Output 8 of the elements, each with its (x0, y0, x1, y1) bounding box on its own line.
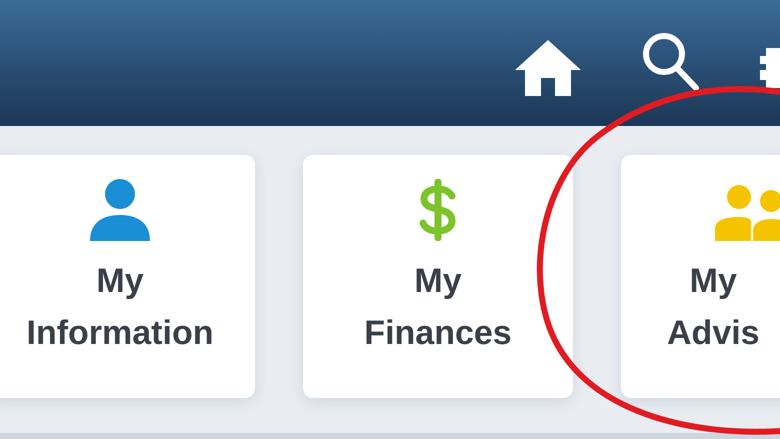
search-icon[interactable] (642, 32, 700, 92)
menu-card[interactable]: My Finances (303, 155, 573, 398)
card-label: My Finances (364, 261, 512, 354)
card-label: My Information (26, 261, 214, 354)
menu-card[interactable]: My Information (0, 155, 255, 398)
card-label: My Advis (667, 261, 760, 354)
menu-card[interactable]: My Advis (621, 155, 780, 398)
home-icon[interactable] (514, 40, 582, 96)
